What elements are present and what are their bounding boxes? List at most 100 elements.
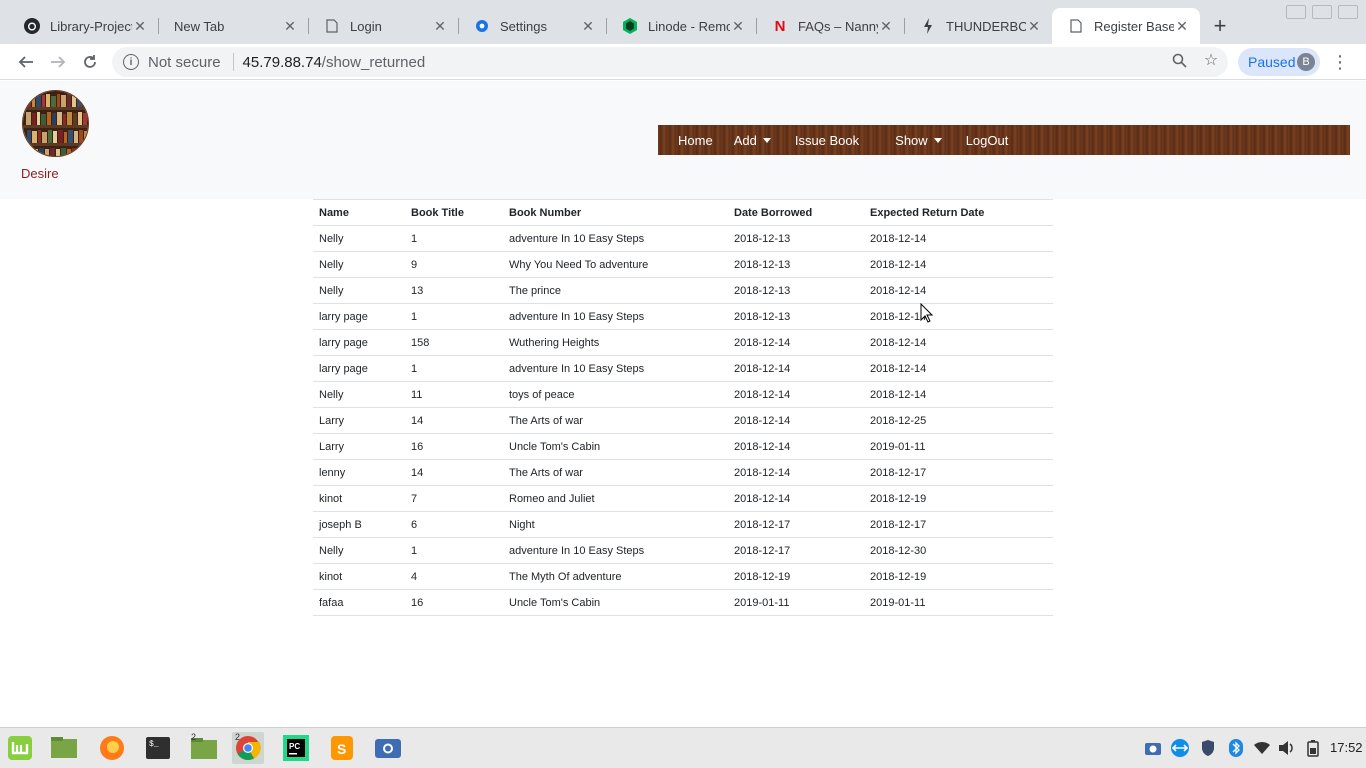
shield-icon[interactable] <box>1198 738 1218 758</box>
mouse-cursor <box>920 302 934 328</box>
close-icon[interactable]: ✕ <box>1026 18 1042 34</box>
nav-show-dropdown[interactable]: Show <box>895 133 942 148</box>
header-book-title: Book Title <box>405 199 503 226</box>
close-icon[interactable]: ✕ <box>730 18 746 34</box>
address-bar[interactable]: i Not secure 45.79.88.74/show_returned <box>112 47 1228 77</box>
close-icon[interactable]: ✕ <box>878 18 894 34</box>
cell-book-number: The Arts of war <box>503 459 728 486</box>
close-icon[interactable]: ✕ <box>580 18 596 34</box>
tab-linode[interactable]: Linode - Remot ✕ <box>606 8 756 44</box>
firefox-icon[interactable] <box>96 732 128 764</box>
new-tab-button[interactable]: + <box>1208 13 1232 38</box>
tab-register-base[interactable]: Register Base ✕ <box>1052 8 1200 44</box>
gear-icon <box>474 18 490 34</box>
table-row: Larry 16 Uncle Tom's Cabin 2018-12-14 2019-0… <box>313 433 1053 460</box>
close-icon[interactable]: ✕ <box>1174 18 1190 34</box>
info-icon[interactable]: i <box>123 54 139 70</box>
profile-button[interactable]: Paused B <box>1238 48 1320 76</box>
table-row: Nelly 1 adventure In 10 Easy Steps 2018-12-… <box>313 225 1053 252</box>
star-icon[interactable]: ☆ <box>1202 51 1220 69</box>
close-icon[interactable]: ✕ <box>432 18 448 34</box>
cell-name: kinot <box>313 563 405 590</box>
cell-name: Nelly <box>313 251 405 278</box>
tab-faqs[interactable]: N FAQs – Nanny S ✕ <box>756 8 904 44</box>
tab-library-project[interactable]: Library-Project ✕ <box>8 8 158 44</box>
volume-icon[interactable] <box>1277 738 1297 758</box>
profile-status: Paused <box>1248 54 1296 70</box>
table-row: kinot 7 Romeo and Juliet 2018-12-14 2018-12-… <box>313 485 1053 512</box>
cell-book-title: 158 <box>405 329 503 356</box>
taskbar: $_ 2 2 PC S 17:52 <box>0 727 1366 768</box>
table-row: Nelly 1 adventure In 10 Easy Steps 2018-12-… <box>313 537 1053 564</box>
battery-icon[interactable] <box>1303 738 1323 758</box>
close-icon[interactable]: ✕ <box>282 18 298 34</box>
nanny-icon: N <box>774 17 786 35</box>
site-header: Desire Home Add Issue Book Show LogOut <box>0 81 1366 199</box>
close-window-button[interactable] <box>1338 5 1358 19</box>
nav-add-label: Add <box>733 132 757 148</box>
avatar: B <box>1297 53 1315 71</box>
nav-home[interactable]: Home <box>678 133 713 148</box>
table-row: kinot 4 The Myth Of adventure 2018-12-19 201… <box>313 563 1053 590</box>
nav-add-dropdown[interactable]: Add <box>734 133 771 148</box>
wifi-icon[interactable] <box>1252 738 1272 758</box>
sublime-icon[interactable]: S <box>326 732 358 764</box>
clock[interactable]: 17:52 <box>1330 740 1363 755</box>
close-icon[interactable]: ✕ <box>132 18 148 34</box>
tab-login[interactable]: Login ✕ <box>308 8 458 44</box>
header-expected-return-date: Expected Return Date <box>864 199 1053 226</box>
chrome-icon[interactable]: 2 <box>232 732 264 764</box>
cell-name: Larry <box>313 433 405 460</box>
header-date-borrowed: Date Borrowed <box>728 199 864 226</box>
tab-settings[interactable]: Settings ✕ <box>458 8 606 44</box>
bookshelf-logo[interactable] <box>22 90 89 157</box>
bluetooth-icon[interactable] <box>1226 738 1246 758</box>
zoom-icon[interactable] <box>1170 51 1188 69</box>
reload-button[interactable] <box>78 50 102 74</box>
cell-book-title: 4 <box>405 563 503 590</box>
cell-book-title: 14 <box>405 407 503 434</box>
menu-icon[interactable]: ⋮ <box>1330 52 1350 72</box>
cell-expected-return-date: 2018-12-25 <box>864 407 1053 434</box>
nav-logout[interactable]: LogOut <box>966 133 1009 148</box>
back-button[interactable] <box>14 50 38 74</box>
pycharm-icon[interactable]: PC <box>280 732 312 764</box>
cell-book-number: Uncle Tom's Cabin <box>503 433 728 460</box>
table-row: larry page 158 Wuthering Heights 2018-12-14… <box>313 329 1053 356</box>
cell-name: Nelly <box>313 381 405 408</box>
terminal-icon[interactable]: $_ <box>142 732 174 764</box>
table-row: larry page 1 adventure In 10 Easy Steps 201… <box>313 355 1053 382</box>
forward-button[interactable] <box>46 50 70 74</box>
cell-name: larry page <box>313 355 405 382</box>
files-icon[interactable]: 2 <box>188 732 220 764</box>
show-desktop-icon[interactable] <box>48 732 80 764</box>
svg-text:PC: PC <box>289 742 300 751</box>
tab-thunderbolt[interactable]: THUNDERBOLT ✕ <box>904 8 1052 44</box>
screenshot-icon[interactable] <box>372 732 404 764</box>
mint-menu-icon[interactable] <box>4 732 36 764</box>
cell-book-number: The Myth Of adventure <box>503 563 728 590</box>
teamviewer-icon[interactable] <box>1170 738 1190 758</box>
cell-expected-return-date: 2018-12-14 <box>864 381 1053 408</box>
cell-expected-return-date: 2018-12-14 <box>864 251 1053 278</box>
brand-name[interactable]: Desire <box>21 166 59 181</box>
cell-expected-return-date: 2018-12-14 <box>864 355 1053 382</box>
tab-new-tab[interactable]: New Tab ✕ <box>158 8 308 44</box>
svg-text:$_: $_ <box>149 740 159 749</box>
cell-book-title: 14 <box>405 459 503 486</box>
minimize-button[interactable] <box>1286 5 1306 19</box>
nav-show-label: Show <box>895 132 928 148</box>
maximize-button[interactable] <box>1312 5 1332 19</box>
nav-issue-book[interactable]: Issue Book <box>795 133 859 148</box>
cell-date-borrowed: 2018-12-14 <box>728 355 864 382</box>
cell-book-number: adventure In 10 Easy Steps <box>503 225 728 252</box>
cell-expected-return-date: 2018-12-17 <box>864 511 1053 538</box>
returned-books-table: Name Book Title Book Number Date Borrowe… <box>313 199 1053 616</box>
cell-book-number: adventure In 10 Easy Steps <box>503 303 728 330</box>
table-row: joseph B 6 Night 2018-12-17 2018-12-17 <box>313 511 1053 538</box>
camera-tray-icon[interactable] <box>1143 738 1163 758</box>
cell-date-borrowed: 2018-12-14 <box>728 407 864 434</box>
cell-book-title: 16 <box>405 589 503 616</box>
url-host: 45.79.88.74 <box>242 53 322 71</box>
cell-book-title: 1 <box>405 355 503 382</box>
